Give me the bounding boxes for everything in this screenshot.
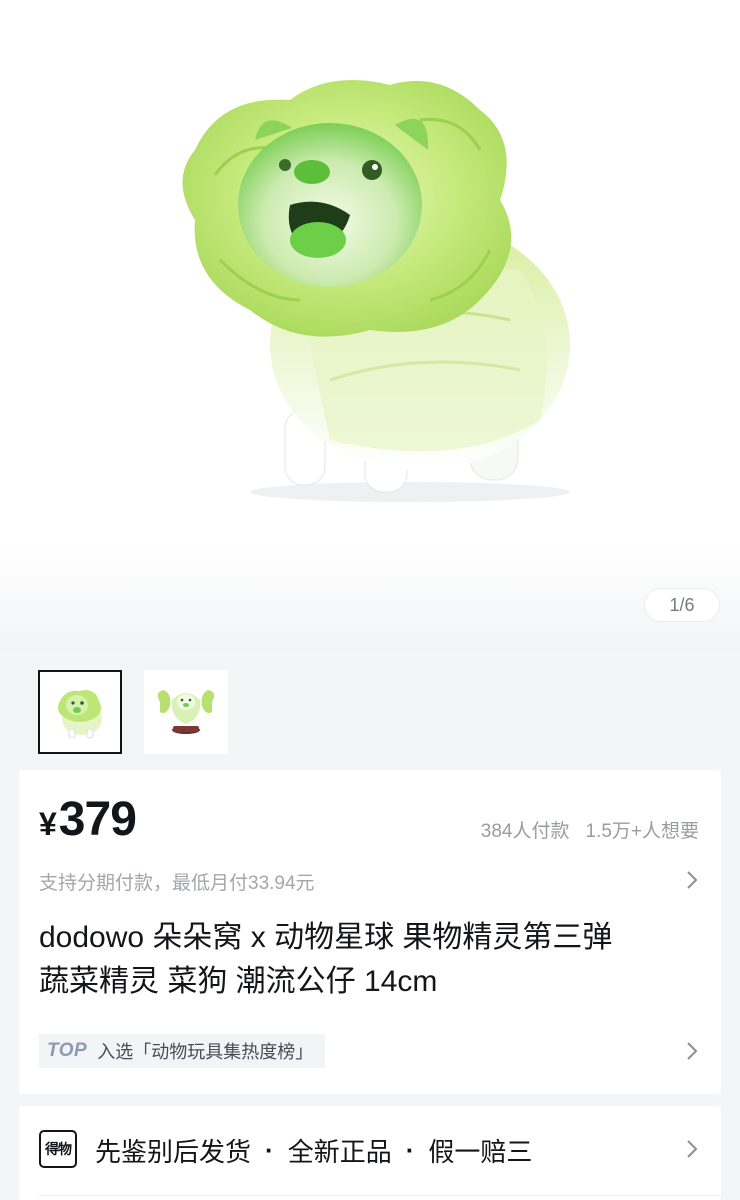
guarantee-text: 先鉴别后发货 · 全新正品 · 假一赔三 — [95, 1132, 532, 1169]
product-info-card: ¥ 379 384人付款 1.5万+人想要 支持分期付款，最低月付33.94元 … — [19, 770, 721, 1094]
guarantee-card[interactable]: 得物 先鉴别后发货 · 全新正品 · 假一赔三 — [19, 1106, 721, 1200]
top-badge: TOP — [47, 1040, 88, 1061]
product-title: dodowo 朵朵窝 x 动物星球 果物精灵第三弹 蔬菜精灵 菜狗 潮流公仔 1… — [39, 916, 679, 1004]
divider — [39, 1195, 721, 1196]
product-image-carousel[interactable]: 1/6 — [0, 0, 740, 650]
separator-dot: · — [405, 1135, 415, 1165]
price-value: 379 — [58, 793, 137, 846]
thumbnail-1[interactable] — [38, 670, 122, 754]
guarantee-item: 全新正品 — [287, 1137, 392, 1167]
price-row: ¥ 379 — [39, 792, 137, 847]
product-title-line-2: 蔬菜精灵 菜狗 潮流公仔 14cm — [39, 965, 438, 998]
guarantee-item: 先鉴别后发货 — [95, 1137, 252, 1167]
chevron-right-icon[interactable] — [685, 1040, 699, 1062]
product-image — [182, 80, 570, 502]
guarantee-item: 假一赔三 — [428, 1137, 533, 1167]
chevron-right-icon[interactable] — [685, 869, 699, 891]
dewu-logo-icon: 得物 — [39, 1130, 77, 1168]
chevron-right-icon[interactable] — [685, 1138, 699, 1160]
installment-info[interactable]: 支持分期付款，最低月付33.94元 — [39, 868, 315, 895]
separator-dot: · — [265, 1135, 274, 1165]
product-title-line-1: dodowo 朵朵窝 x 动物星球 果物精灵第三弹 — [39, 921, 613, 954]
cabbage-dog-thumbnail-icon — [58, 690, 102, 739]
ranking-text: 入选「动物玩具集热度榜」 — [97, 1042, 314, 1062]
image-page-indicator: 1/6 — [644, 588, 720, 622]
sales-stats: 384人付款 1.5万+人想要 — [481, 816, 699, 843]
paid-count: 384人付款 — [480, 821, 570, 842]
thumbnail-strip — [38, 670, 228, 754]
thumbnail-2[interactable] — [144, 670, 228, 754]
currency-symbol: ¥ — [39, 806, 57, 842]
cabbage-dog-group-thumbnail-icon — [157, 690, 215, 734]
want-count: 1.5万+人想要 — [585, 821, 699, 842]
ranking-tag[interactable]: TOP 入选「动物玩具集热度榜」 — [39, 1034, 326, 1068]
